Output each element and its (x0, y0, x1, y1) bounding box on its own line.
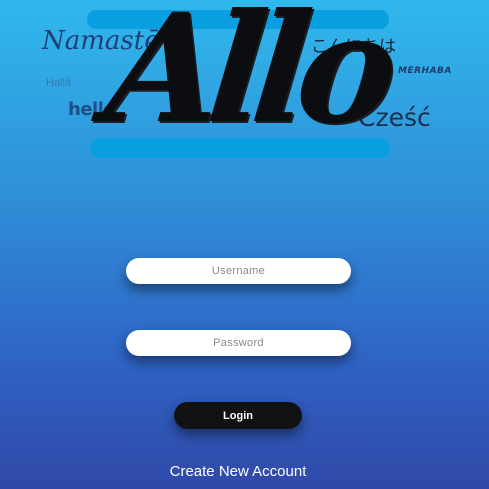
greeting-merhaba: MERHABA (398, 66, 452, 76)
login-button[interactable]: Login (174, 402, 302, 429)
greeting-hola: Hallå (46, 77, 72, 89)
username-input[interactable] (126, 258, 351, 284)
app-logo: Namastē Hallå hello こんにちは MERHABA Cześć … (0, 0, 489, 175)
password-input[interactable] (126, 330, 351, 356)
create-account-link[interactable]: Create New Account (0, 463, 476, 480)
logo-wordmark: Allo (98, 0, 394, 157)
